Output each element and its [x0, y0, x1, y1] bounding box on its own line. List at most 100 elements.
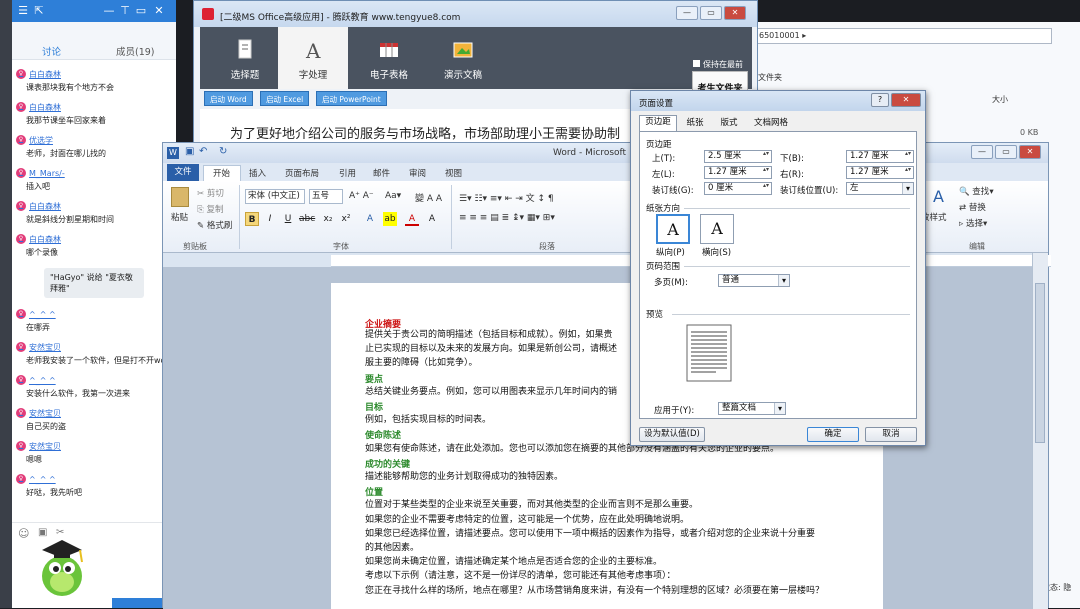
launch-excel-button[interactable]: 启动 Excel — [260, 91, 310, 106]
restore-icon[interactable]: ▭ — [134, 4, 148, 18]
bottom-margin-input[interactable]: 1.27 厘米 — [846, 150, 914, 163]
message-text: 老师，封面在哪儿找的 — [26, 149, 106, 158]
tab-home[interactable]: 开始 — [213, 167, 230, 179]
sender-name[interactable]: ♀ 白白森林 — [16, 233, 176, 245]
portrait-option[interactable]: A — [656, 214, 690, 244]
bold-button[interactable]: B — [245, 212, 259, 226]
subscript-button[interactable]: x₂ — [321, 212, 335, 226]
tab-view[interactable]: 视图 — [445, 167, 462, 179]
tab-paper[interactable]: 纸张 — [681, 117, 709, 131]
font-color-icon[interactable]: A — [405, 212, 419, 226]
tab-discuss[interactable]: 讨论 — [42, 44, 61, 58]
tab-review[interactable]: 审阅 — [409, 167, 426, 179]
list-icons[interactable]: ☰▾ ☷▾ ≡▾ ⇤ ⇥ 文 ↕ ¶ — [459, 191, 554, 204]
left-margin-input[interactable]: 1.27 厘米 — [704, 166, 772, 179]
message-text: 嗯嗯 — [26, 455, 42, 464]
text-effects-icon[interactable]: A — [363, 212, 377, 226]
sender-name[interactable]: ♀ ^_^ ^ — [16, 308, 176, 320]
sender-name[interactable]: ♀ 白白森林 — [16, 200, 176, 212]
maximize-button[interactable]: ▭ — [995, 145, 1017, 159]
size-column-header[interactable]: 大小 — [992, 94, 1008, 105]
sender-label: 白白森林 — [29, 234, 61, 244]
grow-font-icon[interactable]: A⁺ A⁻ — [349, 191, 374, 201]
sender-name[interactable]: ♀ 优选学 — [16, 134, 176, 146]
replace-button[interactable]: ⇄ 替换 — [959, 201, 986, 213]
close-icon[interactable]: ✕ — [152, 4, 166, 18]
redo-icon[interactable]: ↻ — [219, 146, 227, 157]
sender-name[interactable]: ♀ 安然宝贝 — [16, 407, 176, 419]
sender-name[interactable]: ♀ 安然宝贝 — [16, 440, 176, 452]
landscape-option[interactable]: A — [700, 214, 734, 244]
multiple-pages-select[interactable]: 普通 — [718, 274, 790, 287]
launch-word-button[interactable]: 启动 Word — [204, 91, 253, 106]
right-margin-input[interactable]: 1.27 厘米 — [846, 166, 914, 179]
strikethrough-button[interactable]: abc — [299, 212, 315, 226]
tab-members[interactable]: 成员(19) — [116, 44, 155, 58]
sender-label: ^_^ ^ — [29, 309, 56, 319]
italic-button[interactable]: I — [263, 212, 277, 226]
set-default-button[interactable]: 设为默认值(D) — [639, 427, 705, 442]
sender-name[interactable]: ♀ ^_^ ^ — [16, 473, 176, 485]
underline-button[interactable]: U — [281, 212, 295, 226]
change-case-icon[interactable]: Aa▾ — [385, 191, 401, 201]
apply-to-select[interactable]: 整篇文档 — [718, 402, 786, 415]
pin-icon[interactable]: ⊤ — [118, 4, 132, 18]
close-button[interactable]: ✕ — [1019, 145, 1041, 159]
dialog-title: 页面设置 — [639, 99, 674, 109]
tab-insert[interactable]: 插入 — [249, 167, 266, 179]
tab-file[interactable]: 文件 — [167, 164, 199, 181]
menu-icon[interactable]: ☰ — [16, 4, 30, 18]
nav-excel[interactable]: 电子表格 — [354, 27, 424, 89]
highlight-icon[interactable]: ab — [383, 212, 397, 226]
app-icon — [202, 8, 214, 20]
tab-layout[interactable]: 页面布局 — [285, 167, 319, 179]
maximize-button[interactable]: ▭ — [700, 6, 722, 20]
scroll-thumb[interactable] — [1035, 283, 1045, 443]
minimize-button[interactable]: — — [676, 6, 698, 20]
launch-ppt-button[interactable]: 启动 PowerPoint — [316, 91, 387, 106]
sender-name[interactable]: ♀ 安然宝贝 — [16, 341, 176, 353]
cut-button[interactable]: ✂ 剪切 — [197, 187, 224, 199]
emoji-icon[interactable]: ☺ — [18, 527, 29, 540]
format-painter-button[interactable]: ✎ 格式刷 — [197, 219, 232, 231]
tab-margins[interactable]: 页边距 — [639, 115, 677, 131]
char-shading-icon[interactable]: A — [425, 212, 439, 226]
sender-name[interactable]: ♀ ^_^ ^ — [16, 374, 176, 386]
tab-references[interactable]: 引用 — [339, 167, 356, 179]
tab-docgrid[interactable]: 文档网格 — [749, 117, 793, 131]
paste-icon[interactable] — [171, 187, 189, 207]
gutter-input[interactable]: 0 厘米 — [704, 182, 772, 195]
share-icon[interactable]: ⇱ — [32, 4, 46, 18]
top-margin-input[interactable]: 2.5 厘米 — [704, 150, 772, 163]
superscript-button[interactable]: x² — [339, 212, 353, 226]
gutter-position-select[interactable]: 左 — [846, 182, 914, 195]
ok-button[interactable]: 确定 — [807, 427, 859, 442]
close-button[interactable]: ✕ — [724, 6, 746, 20]
cancel-button[interactable]: 取消 — [865, 427, 917, 442]
nav-word[interactable]: A 字处理 — [278, 27, 348, 89]
tab-mailings[interactable]: 邮件 — [373, 167, 390, 179]
font-name-select[interactable]: 宋体 (中文正) — [245, 189, 305, 204]
tab-layout[interactable]: 版式 — [715, 117, 743, 131]
sender-name[interactable]: ♀ 白白森林 — [16, 68, 176, 80]
select-button[interactable]: ▹ 选择▾ — [959, 217, 987, 229]
align-icons[interactable]: ≡ ≡ ≡ ▤ ≣ ↨▾ ▦▾ ⊞▾ — [459, 213, 555, 223]
address-bar[interactable]: 65010001 ▸ — [752, 28, 1052, 44]
keep-on-top-checkbox[interactable]: 保持在最前 — [693, 59, 743, 70]
dialog-close-button[interactable]: ✕ — [891, 93, 921, 107]
find-button[interactable]: 🔍 查找▾ — [959, 185, 994, 197]
nav-choice[interactable]: 选择题 — [210, 27, 280, 89]
min-icon[interactable]: — — [102, 4, 116, 18]
font-size-select[interactable]: 五号 — [309, 189, 343, 204]
help-button[interactable]: ? — [871, 93, 889, 107]
sender-name[interactable]: ♀ 白白森林 — [16, 101, 176, 113]
minimize-button[interactable]: — — [971, 145, 993, 159]
phonetic-icon[interactable]: 變 A A — [415, 191, 442, 204]
nav-ppt[interactable]: 演示文稿 — [428, 27, 498, 89]
paste-label[interactable]: 粘贴 — [171, 211, 188, 223]
copy-button[interactable]: ⎘ 复制 — [197, 203, 224, 215]
save-icon[interactable]: ▣ — [185, 146, 194, 157]
change-styles-icon[interactable]: A — [933, 187, 944, 206]
sender-name[interactable]: ♀ M_Mars/- — [16, 167, 176, 179]
undo-icon[interactable]: ↶ — [199, 146, 207, 157]
